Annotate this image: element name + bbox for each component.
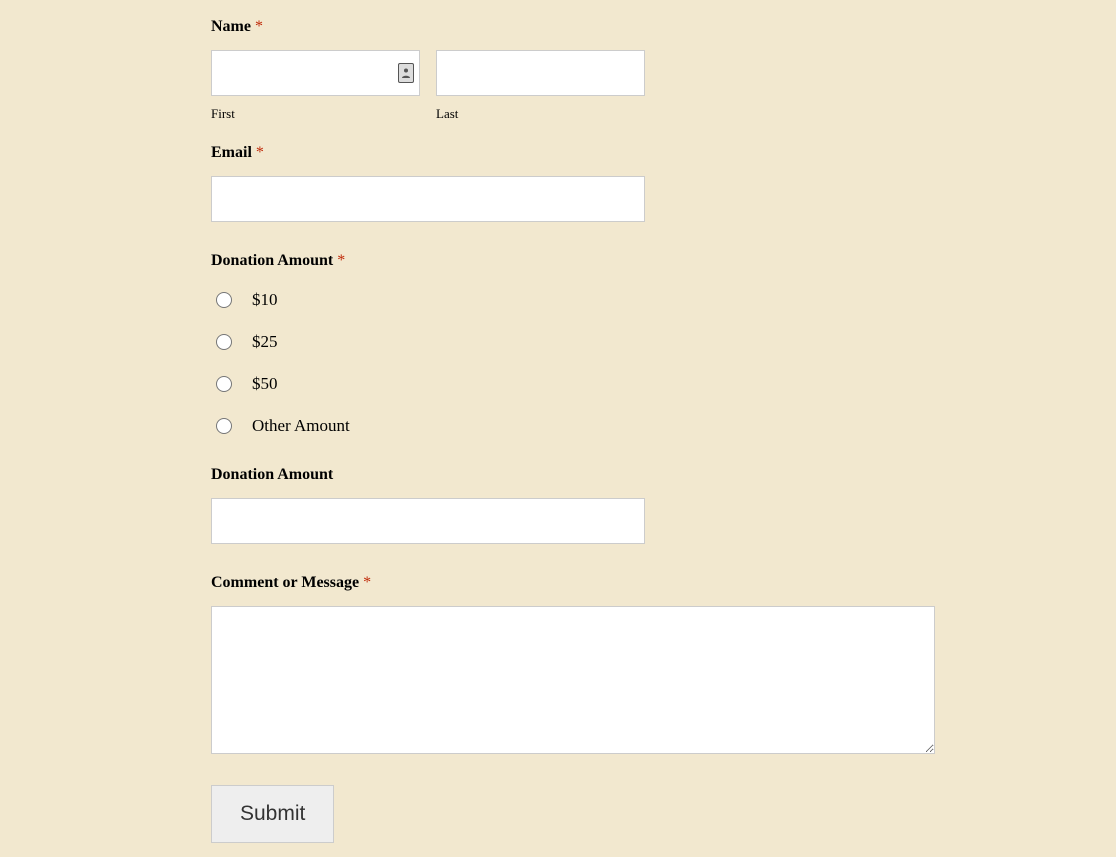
name-field: Name * First Last: [211, 18, 936, 122]
comment-required-indicator: *: [363, 574, 371, 591]
comment-label: Comment or Message *: [211, 574, 936, 592]
donation-amount-radio-field: Donation Amount * $10 $25 $50 Other Amou…: [211, 252, 936, 436]
last-name-input[interactable]: [436, 50, 645, 96]
email-label: Email *: [211, 144, 936, 162]
donation-amount-radio-label-text: Donation Amount: [211, 252, 333, 269]
donation-amount-input[interactable]: [211, 498, 645, 544]
donation-radio-50-label: $50: [252, 374, 278, 394]
name-row: First Last: [211, 50, 936, 122]
donation-radio-10[interactable]: [216, 292, 232, 308]
donation-radio-other[interactable]: [216, 418, 232, 434]
email-input[interactable]: [211, 176, 645, 222]
first-name-column: First: [211, 50, 420, 122]
donation-amount-radio-required-indicator: *: [337, 252, 345, 269]
donation-radio-25-label: $25: [252, 332, 278, 352]
donation-amount-text-field: Donation Amount: [211, 466, 936, 544]
email-field: Email *: [211, 144, 936, 222]
donation-radio-50[interactable]: [216, 376, 232, 392]
donation-radio-item-50: $50: [216, 374, 936, 394]
last-name-column: Last: [436, 50, 645, 122]
name-label: Name *: [211, 18, 936, 36]
donation-amount-text-label: Donation Amount: [211, 466, 936, 484]
first-name-input-wrap: [211, 50, 420, 96]
name-required-indicator: *: [255, 18, 263, 35]
first-name-sublabel: First: [211, 106, 420, 122]
donation-radio-other-label: Other Amount: [252, 416, 350, 436]
donation-radio-25[interactable]: [216, 334, 232, 350]
email-required-indicator: *: [256, 144, 264, 161]
name-label-text: Name: [211, 18, 251, 35]
comment-label-text: Comment or Message: [211, 574, 359, 591]
donation-radio-item-other: Other Amount: [216, 416, 936, 436]
donation-radio-list: $10 $25 $50 Other Amount: [211, 290, 936, 436]
donation-radio-item-25: $25: [216, 332, 936, 352]
submit-button[interactable]: Submit: [211, 785, 334, 843]
donation-amount-radio-label: Donation Amount *: [211, 252, 936, 270]
donation-form: Name * First Last: [211, 18, 936, 843]
email-label-text: Email: [211, 144, 252, 161]
first-name-input[interactable]: [211, 50, 420, 96]
donation-radio-item-10: $10: [216, 290, 936, 310]
last-name-sublabel: Last: [436, 106, 645, 122]
comment-textarea[interactable]: [211, 606, 935, 754]
comment-field: Comment or Message *: [211, 574, 936, 759]
donation-radio-10-label: $10: [252, 290, 278, 310]
